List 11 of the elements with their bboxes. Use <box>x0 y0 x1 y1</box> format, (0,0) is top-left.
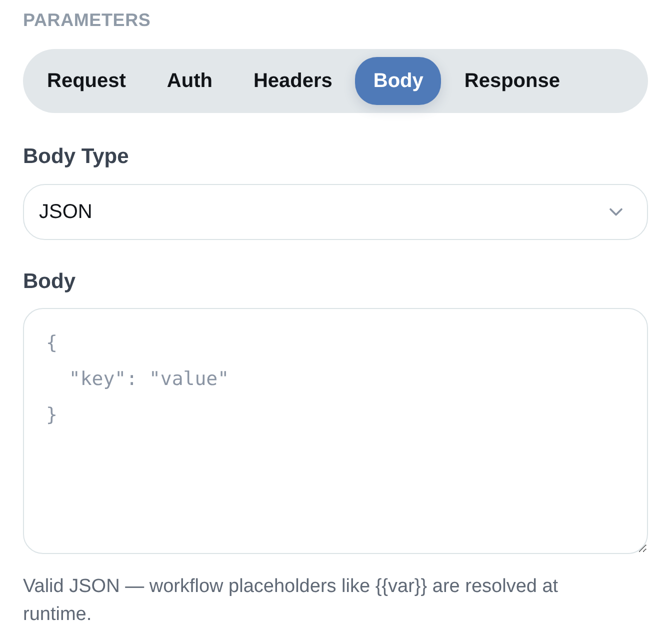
tab[interactable]: Request <box>29 57 144 105</box>
body-type-select[interactable]: JSON <box>23 184 648 240</box>
body-textarea[interactable]: { "key": "value" } <box>23 308 648 554</box>
field-label: Body Type <box>23 144 130 170</box>
field-label: Body <box>23 269 76 295</box>
tab[interactable]: Body <box>355 57 442 105</box>
tab[interactable]: Headers <box>235 57 350 105</box>
tab[interactable]: Response <box>446 57 578 105</box>
tab[interactable]: Auth <box>148 57 230 105</box>
section-title: PARAMETERS <box>23 9 152 32</box>
helper-text: Valid JSON — workflow placeholders like {{var}} are resolved at runtime. <box>23 575 560 627</box>
